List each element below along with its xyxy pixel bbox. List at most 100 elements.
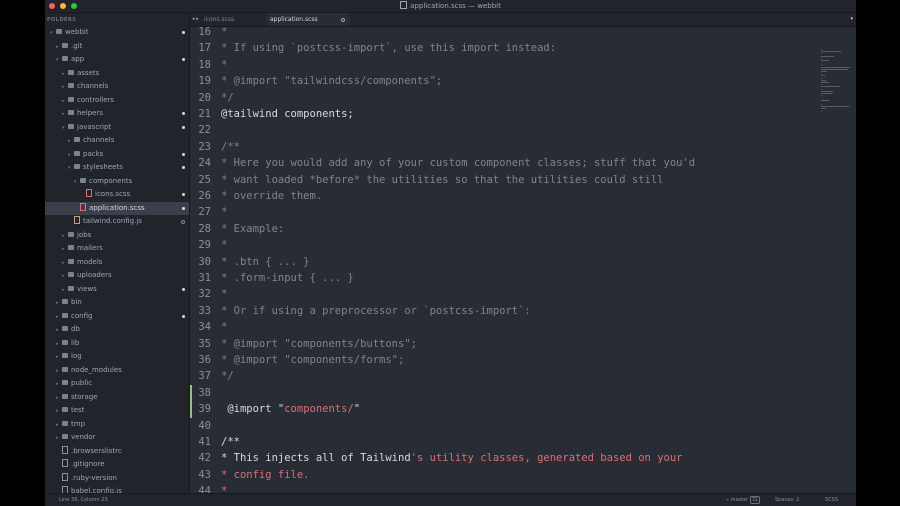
file-icon [62,459,68,467]
tab-nav-arrows-icon[interactable]: ◂ ▸ [192,13,199,26]
code-token: * @import "components/buttons"; [221,337,417,350]
tree-folder[interactable]: ▸ log [45,350,189,364]
code-token: * .form-input { ... } [221,272,354,284]
code-line[interactable]: 35 * @import "components/buttons"; [190,336,819,352]
tree-folder[interactable]: ▾ stylesheets [45,161,189,175]
tree-folder[interactable]: ▸ helpers [45,107,189,121]
tree-folder[interactable]: ▾ javascript [45,121,189,135]
branch-count-badge: 31 [749,496,761,504]
code-line[interactable]: 36 * @import "components/forms"; [190,352,819,368]
cursor-position[interactable]: Line 39, Column 23 [59,494,108,506]
file-icon [62,445,68,454]
code-line[interactable]: 24 * Here you would add any of your custo… [190,155,819,171]
code-line[interactable]: 41 /** [190,434,819,450]
code-line[interactable]: 17 * If using `postcss-import`, use this … [190,40,819,56]
code-line[interactable]: 18 * [190,57,819,73]
code-line[interactable]: 27 * [190,204,819,220]
line-number: 32 [198,288,211,301]
code-text: * Or if using a preprocessor or `postcss… [221,303,531,319]
tree-item-label: storage [71,392,98,401]
code-line[interactable]: 28 * Example: [190,221,819,237]
tree-folder[interactable]: ▸ models [45,256,189,270]
code-text: * Here you would add any of your custom … [221,155,695,171]
line-number: 17 [198,42,211,55]
tree-folder[interactable]: ▸ tmp [45,418,189,432]
code-editor[interactable]: 16 * 17 * If using `postcss-import`, use th… [190,27,819,493]
tab-application-scss[interactable]: application.scss [266,13,350,26]
tree-folder[interactable]: ▸ storage [45,391,189,405]
modified-indicator-icon[interactable] [341,18,345,22]
minimap-line [821,99,830,101]
tree-folder[interactable]: ▸ channels [45,134,189,148]
code-line[interactable]: 16 * [190,27,819,40]
tree-folder[interactable]: ▸ controllers [45,94,189,108]
tab-dropdown-icon[interactable]: ▾ [850,13,853,26]
tree-file[interactable]: .browserslistrc [45,445,189,459]
code-line[interactable]: 43 * config file. [190,467,819,483]
code-line[interactable]: 26 * override them. [190,188,819,204]
tree-file[interactable]: application.scss [45,201,189,215]
line-number: 27 [198,206,211,219]
code-token: * [221,239,228,252]
code-line[interactable]: 33 * Or if using a preprocessor or `postc… [190,303,819,319]
code-line[interactable]: 44 * [190,483,819,493]
code-line[interactable]: 38 [190,384,819,402]
tree-folder[interactable]: ▾ webbit [45,26,189,40]
code-line[interactable]: 37 */ [190,368,819,384]
tree-folder[interactable]: ▸ test [45,404,189,418]
code-line[interactable]: 42 * This injects all of Tailwind's utili… [190,450,819,466]
tree-file[interactable]: icons.scss [45,188,189,202]
code-line[interactable]: 40 [190,418,819,434]
tree-folder[interactable]: ▸ bin [45,296,189,310]
code-line[interactable]: 23 /** [190,139,819,155]
tree-folder[interactable]: ▸ .git [45,40,189,54]
tree-item-label: db [71,325,80,333]
code-text: @import "components/" [221,401,360,417]
tree-folder[interactable]: ▸ db [45,323,189,337]
tree-item-label: log [71,352,82,360]
tree-folder[interactable]: ▸ mailers [45,242,189,256]
tree-file[interactable]: .ruby-version [45,472,189,486]
code-line[interactable]: 22 [190,122,819,138]
tree-file[interactable]: babel.config.js [45,485,189,493]
folder-icon [74,164,80,169]
tree-folder[interactable]: ▾ app [45,53,189,67]
tree-folder[interactable]: ▸ jobs [45,229,189,243]
code-line[interactable]: 32 * [190,286,819,302]
minimap-line [821,51,842,53]
tree-folder[interactable]: ▸ assets [45,67,189,81]
code-line[interactable]: 19 * @import "tailwindcss/components"; [190,73,819,89]
tree-file[interactable]: .gitignore [45,458,189,472]
tree-folder[interactable]: ▸ vendor [45,431,189,445]
code-token: * @import "components/forms"; [221,354,405,366]
code-line[interactable]: 31 * .form-input { ... } [190,270,819,286]
tree-file[interactable]: tailwind.config.js [45,215,189,229]
git-branch[interactable]: ⑂ master 31 [726,494,761,506]
code-text: * If using `postcss-import`, use this im… [221,40,556,56]
tree-folder[interactable]: ▸ public [45,377,189,391]
tree-folder[interactable]: ▸ views [45,283,189,297]
code-line[interactable]: 25 * want loaded *before* the utilities s… [190,172,819,188]
code-line[interactable]: 20 */ [190,90,819,106]
tree-folder[interactable]: ▸ channels [45,80,189,94]
code-line[interactable]: 34 * [190,319,819,335]
minimap[interactable] [819,27,856,493]
tab-icons-scss[interactable]: icons.scss [200,13,270,26]
tree-folder[interactable]: ▸ config [45,310,189,324]
file-icon [62,486,68,493]
tree-folder[interactable]: ▸ packs [45,148,189,162]
tree-item-label: .git [71,41,83,50]
syntax-selector[interactable]: SCSS [825,494,838,506]
line-number: 44 [198,485,211,493]
code-line[interactable]: 30 * .btn { ... } [190,254,819,270]
indentation-setting[interactable]: Spaces: 2 [775,494,799,506]
code-line[interactable]: 29 * [190,237,819,253]
code-line[interactable]: 21 @tailwind components; [190,106,819,122]
code-line[interactable]: 39 @import "components/" [190,401,819,418]
tree-folder[interactable]: ▸ node_modules [45,364,189,378]
tree-folder[interactable]: ▸ lib [45,337,189,351]
tree-item-label: application.scss [89,203,145,212]
tree-item-label: bin [71,298,82,306]
tree-folder[interactable]: ▸ uploaders [45,269,189,283]
tree-folder[interactable]: ▾ components [45,175,189,189]
